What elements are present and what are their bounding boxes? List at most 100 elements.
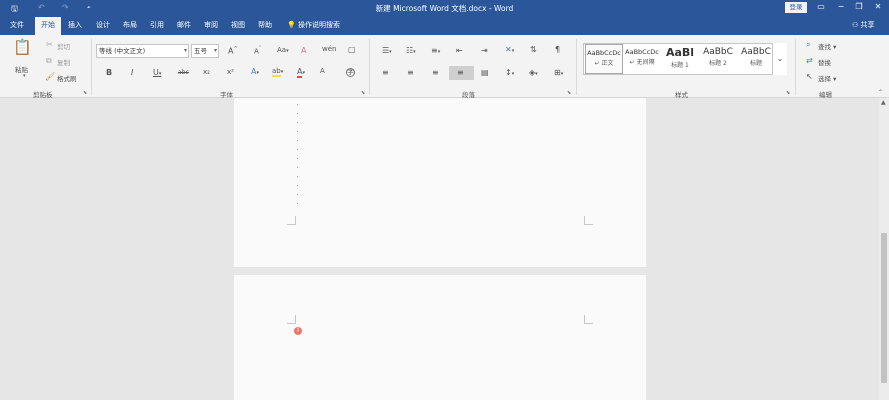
restore-icon[interactable]: ❐ — [853, 2, 865, 11]
divider — [91, 39, 92, 95]
style-no-spacing[interactable]: AaBbCcDc ↵ 无间隔 — [623, 44, 661, 74]
highlight-icon[interactable]: ab▾ — [272, 67, 283, 77]
style-normal[interactable]: AaBbCcDc ↵ 正文 — [585, 44, 623, 74]
tab-view[interactable]: 视图 — [231, 17, 245, 35]
tab-references[interactable]: 引用 — [150, 17, 164, 35]
font-launcher-icon[interactable]: ⬊ — [361, 90, 365, 96]
vertical-scrollbar[interactable]: ▲ — [879, 98, 889, 400]
chinese-layout-icon[interactable]: ✕▾ — [505, 46, 514, 54]
find-icon[interactable]: ⌕ — [806, 41, 810, 49]
tab-layout[interactable]: 布局 — [123, 17, 137, 35]
ribbon-tab-row: 文件 开始 插入 设计 布局 引用 邮件 审阅 视图 帮助 💡 操作说明搜索 ⚇… — [0, 17, 889, 35]
replace-label[interactable]: 替换 — [818, 57, 831, 67]
minimize-icon[interactable]: − — [835, 2, 847, 11]
style-name: ↵ 无间隔 — [629, 59, 655, 66]
styles-launcher-icon[interactable]: ⬊ — [786, 90, 790, 96]
shrink-font-icon[interactable]: Aˇ — [254, 47, 261, 55]
document-canvas[interactable] — [0, 98, 879, 400]
clear-formatting-icon[interactable]: A — [301, 47, 306, 55]
window-title: 新建 Microsoft Word 文档.docx - Word — [375, 4, 514, 13]
tell-me-search[interactable]: 💡 操作说明搜索 — [287, 17, 340, 35]
page-2[interactable] — [234, 275, 646, 400]
style-heading-1[interactable]: AaBl 标题 1 — [661, 44, 699, 74]
show-marks-icon[interactable]: ¶ — [555, 46, 560, 54]
underline-icon[interactable]: U▾ — [153, 69, 161, 77]
font-color-icon[interactable]: A▾ — [297, 67, 305, 78]
clipboard-launcher-icon[interactable]: ⬊ — [83, 90, 87, 96]
share-label: 共享 — [860, 21, 875, 29]
align-center-icon[interactable]: ≡ — [407, 69, 414, 77]
italic-icon[interactable]: I — [131, 69, 133, 77]
format-painter-icon[interactable]: 🖌 — [45, 73, 55, 81]
scrollbar-thumb[interactable] — [881, 233, 887, 383]
replace-icon[interactable]: ⇄ — [806, 57, 813, 65]
numbering-icon[interactable]: ☷▾ — [406, 47, 416, 55]
divider — [369, 39, 370, 95]
align-justify-icon[interactable]: ≡ — [457, 69, 464, 77]
person-icon: ⚇ — [852, 21, 859, 29]
strikethrough-icon[interactable]: abc — [178, 70, 189, 76]
tab-review[interactable]: 审阅 — [204, 17, 218, 35]
character-border-icon[interactable]: ▢ — [348, 46, 356, 54]
multilevel-list-icon[interactable]: ≡▾ — [431, 47, 440, 55]
line-spacing-icon[interactable]: ↕▾ — [505, 69, 514, 77]
title-bar: 🖫 ↶ ↷ ⩡ 新建 Microsoft Word 文档.docx - Word… — [0, 0, 889, 17]
page-1[interactable] — [234, 98, 646, 267]
paragraph-launcher-icon[interactable]: ⬊ — [567, 90, 571, 96]
sort-icon[interactable]: ⇅ — [530, 46, 537, 54]
text-cursor-icon: I — [294, 327, 302, 335]
bold-icon[interactable]: B — [106, 69, 112, 77]
styles-more-button[interactable]: ⌄ — [772, 43, 787, 75]
tab-design[interactable]: 设计 — [96, 17, 110, 35]
ribbon-display-options-icon[interactable]: ▭ — [815, 2, 827, 11]
style-title[interactable]: AaBbC 标题 — [737, 44, 775, 74]
scroll-up-icon[interactable]: ▲ — [881, 99, 886, 106]
login-button[interactable]: 登录 — [785, 2, 807, 13]
find-label[interactable]: 查找 ▾ — [818, 41, 836, 51]
paste-dropdown-icon[interactable]: ▾ — [23, 73, 26, 79]
style-name: 标题 1 — [671, 62, 689, 69]
divider — [576, 39, 577, 95]
phonetic-guide-icon[interactable]: wén — [322, 46, 336, 53]
text-effects-icon[interactable]: A▾ — [251, 68, 259, 76]
paste-label[interactable]: 粘贴 — [15, 64, 28, 74]
paste-icon[interactable]: 📋 — [13, 40, 32, 55]
align-right-icon[interactable]: ≡ — [432, 69, 439, 77]
select-label[interactable]: 选择 ▾ — [818, 73, 836, 83]
grow-font-icon[interactable]: A^ — [228, 47, 238, 56]
superscript-icon[interactable]: x² — [227, 69, 234, 76]
cut-icon[interactable]: ✂ — [46, 41, 53, 49]
font-size-select[interactable]: 五号 ▾ — [191, 44, 219, 58]
character-shading-icon[interactable]: A — [320, 68, 325, 75]
subscript-icon[interactable]: x₂ — [203, 69, 210, 76]
format-painter-label[interactable]: 格式刷 — [57, 73, 77, 83]
styles-gallery: AaBbCcDc ↵ 正文 AaBbCcDc ↵ 无间隔 AaBl 标题 1 A… — [583, 43, 787, 75]
enclose-characters-icon[interactable]: 字 — [346, 68, 355, 77]
crop-mark — [584, 315, 593, 324]
tab-file[interactable]: 文件 — [10, 17, 24, 35]
shading-icon[interactable]: ◈▾ — [529, 69, 538, 77]
share-button[interactable]: ⚇ 共享 — [852, 17, 875, 35]
font-name-select[interactable]: 等线 (中文正文) ▾ — [96, 44, 189, 58]
tab-mailings[interactable]: 邮件 — [177, 17, 191, 35]
tab-home[interactable]: 开始 — [35, 17, 61, 35]
increase-indent-icon[interactable]: ⇥ — [481, 47, 488, 55]
bullets-icon[interactable]: ☰▾ — [382, 47, 392, 55]
tab-insert[interactable]: 插入 — [68, 17, 82, 35]
copy-label[interactable]: 复制 — [57, 57, 70, 67]
tab-help[interactable]: 帮助 — [258, 17, 272, 35]
ribbon: 📋 粘贴 ▾ ✂ 剪切 ⧉ 复制 🖌 格式刷 剪贴板 ⬊ 等线 (中文正文) ▾… — [0, 35, 889, 99]
select-icon[interactable]: ↖ — [806, 73, 813, 81]
cut-label[interactable]: 剪切 — [57, 41, 70, 51]
style-heading-2[interactable]: AaBbC 标题 2 — [699, 44, 737, 74]
decrease-indent-icon[interactable]: ⇤ — [456, 47, 463, 55]
collapse-ribbon-icon[interactable]: ⌃ — [878, 90, 883, 96]
borders-icon[interactable]: ⊞▾ — [554, 69, 563, 77]
font-size-value: 五号 — [194, 47, 207, 55]
distributed-icon[interactable]: ▤ — [481, 69, 489, 77]
divider — [795, 39, 796, 95]
change-case-icon[interactable]: Aa▾ — [277, 47, 289, 54]
align-left-icon[interactable]: ≡ — [382, 69, 389, 77]
copy-icon[interactable]: ⧉ — [46, 57, 52, 65]
close-icon[interactable]: ✕ — [872, 2, 884, 11]
